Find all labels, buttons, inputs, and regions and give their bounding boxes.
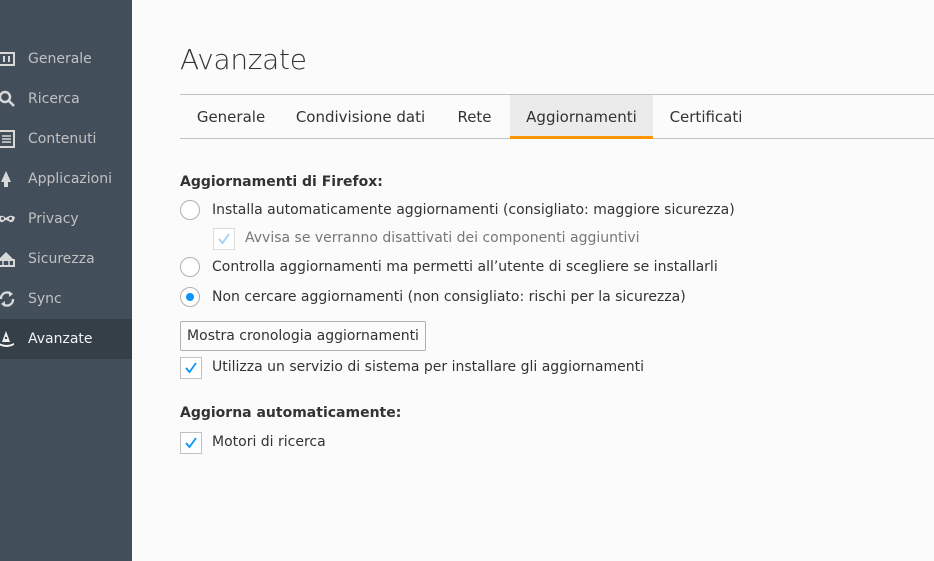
radio-check-only-row[interactable]: Controlla aggiornamenti ma permetti all’… [180, 257, 780, 281]
radio-auto-install[interactable] [180, 200, 200, 220]
checkbox-search-engines-row[interactable]: Motori di ricerca [180, 432, 580, 456]
sidebar-item-label: Sync [28, 291, 62, 307]
radio-auto-install-row[interactable]: Installa automaticamente aggiornamenti (… [180, 200, 780, 224]
sync-icon [0, 290, 16, 308]
auto-update-heading: Aggiorna automaticamente: [180, 405, 402, 421]
sidebar-item-ricerca[interactable]: Ricerca [0, 79, 132, 119]
sidebar-item-sicurezza[interactable]: Sicurezza [0, 239, 132, 279]
show-update-history-button[interactable]: Mostra cronologia aggiornamenti [180, 321, 426, 351]
sidebar-item-label: Sicurezza [28, 251, 95, 267]
radio-never[interactable] [180, 287, 200, 307]
radio-never-row[interactable]: Non cercare aggiornamenti (non consiglia… [180, 287, 780, 311]
radio-check-only[interactable] [180, 257, 200, 277]
sidebar-item-privacy[interactable]: Privacy [0, 199, 132, 239]
sidebar-item-sync[interactable]: Sync [0, 279, 132, 319]
tab-certificati[interactable]: Certificati [653, 95, 759, 139]
firefox-updates-heading: Aggiornamenti di Firefox: [180, 174, 383, 190]
privacy-mask-icon [0, 210, 16, 228]
tab-condivisione-dati[interactable]: Condivisione dati [282, 95, 439, 139]
radio-auto-install-label: Installa automaticamente aggiornamenti (… [212, 202, 735, 218]
checkmark-icon [185, 362, 197, 374]
sidebar-item-label: Contenuti [28, 131, 97, 147]
tab-generale[interactable]: Generale [180, 95, 282, 139]
page-title: Avanzate [180, 43, 307, 76]
radio-selected-dot [186, 293, 194, 301]
applications-icon [0, 170, 16, 188]
checkbox-system-service-row[interactable]: Utilizza un servizio di sistema per inst… [180, 357, 780, 381]
tab-rete[interactable]: Rete [439, 95, 510, 139]
security-icon [0, 250, 16, 268]
checkbox-warn-addons[interactable] [213, 228, 235, 250]
checkmark-icon [218, 233, 230, 245]
sidebar-item-label: Generale [28, 51, 92, 67]
sidebar-item-contenuti[interactable]: Contenuti [0, 119, 132, 159]
checkbox-search-engines-label: Motori di ricerca [212, 434, 326, 450]
checkbox-system-service[interactable] [180, 357, 202, 379]
sidebar-item-avanzate[interactable]: Avanzate [0, 319, 132, 359]
tab-aggiornamenti[interactable]: Aggiornamenti [510, 95, 653, 139]
advanced-wizard-hat-icon [0, 330, 16, 348]
sidebar: Generale Ricerca Contenuti Applicazioni … [0, 0, 132, 561]
radio-never-label: Non cercare aggiornamenti (non consiglia… [212, 289, 686, 305]
sidebar-item-label: Ricerca [28, 91, 80, 107]
checkbox-search-engines[interactable] [180, 432, 202, 454]
radio-check-only-label: Controlla aggiornamenti ma permetti all’… [212, 259, 718, 275]
sidebar-item-label: Privacy [28, 211, 79, 227]
main-content: Avanzate Generale Condivisione dati Rete… [132, 0, 934, 561]
sidebar-item-label: Avanzate [28, 331, 93, 347]
checkmark-icon [185, 437, 197, 449]
content-icon [0, 130, 16, 148]
checkbox-warn-addons-row[interactable]: Avvisa se verranno disattivati dei compo… [213, 228, 713, 252]
checkbox-system-service-label: Utilizza un servizio di sistema per inst… [212, 359, 644, 375]
general-icon [0, 50, 16, 68]
sidebar-item-applicazioni[interactable]: Applicazioni [0, 159, 132, 199]
tab-bar: Generale Condivisione dati Rete Aggiorna… [180, 94, 934, 139]
sidebar-item-generale[interactable]: Generale [0, 39, 132, 79]
search-icon [0, 90, 16, 108]
checkbox-warn-addons-label: Avvisa se verranno disattivati dei compo… [245, 230, 640, 246]
sidebar-item-label: Applicazioni [28, 171, 112, 187]
